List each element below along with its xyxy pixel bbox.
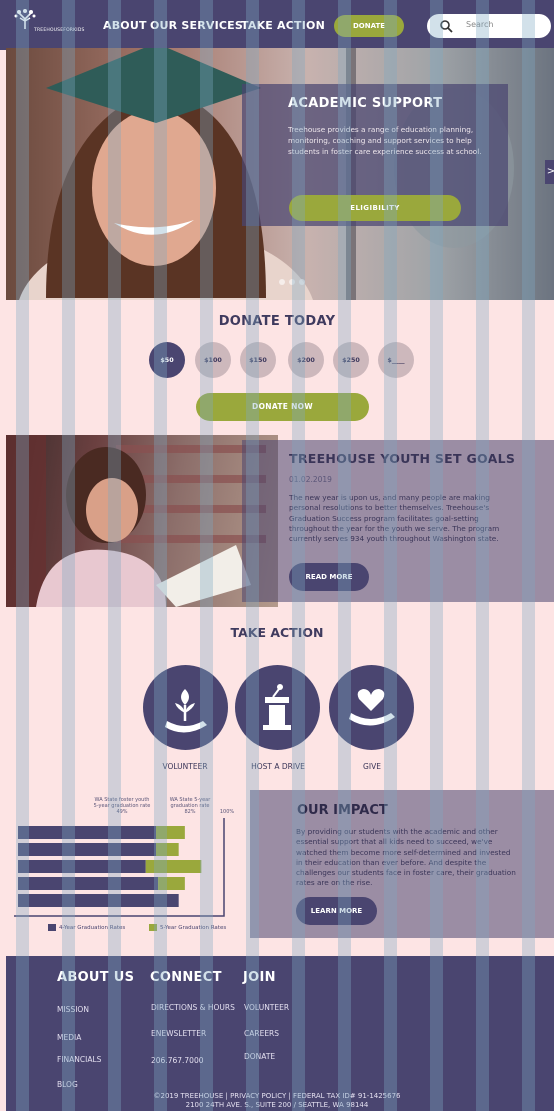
bar-5yr-0 — [156, 826, 185, 839]
bar-4yr-2 — [18, 860, 146, 873]
goals-date: 01.02.2019 — [289, 475, 332, 484]
footer-link-volunteer[interactable]: VOLUNTEER — [244, 1003, 289, 1012]
legend-swatch-4yr — [48, 924, 56, 931]
take-action-title: TAKE ACTION — [230, 625, 324, 640]
host-a-drive-label[interactable]: HOST A DRIVE — [228, 762, 328, 771]
amount-custom[interactable]: $____ — [378, 342, 414, 378]
podium-icon — [263, 684, 291, 730]
bar-5yr-2 — [145, 860, 202, 873]
legend-swatch-5yr — [148, 924, 157, 931]
footer-link-financials[interactable]: FINANCIALS — [57, 1055, 101, 1064]
footer-link-phone[interactable]: 206.767.7000 — [151, 1056, 204, 1065]
search-icon — [440, 20, 453, 33]
search-field[interactable]: Search — [427, 14, 551, 38]
chart-annotation-state: WA State 5-year graduation rate 82% — [160, 797, 220, 815]
copyright-line: ©2019 TREEHOUSE | PRIVACY POLICY | FEDER… — [153, 1092, 401, 1100]
amount-50[interactable]: $50 — [149, 342, 185, 378]
carousel-next-arrow[interactable]: > — [545, 160, 554, 184]
tree-icon — [14, 9, 36, 29]
give-circle[interactable] — [329, 665, 414, 750]
give-label[interactable]: GIVE — [322, 762, 422, 771]
nav-take-action[interactable]: TAKE ACTION — [241, 19, 325, 32]
nav-about[interactable]: ABOUT — [103, 19, 147, 32]
legend-4yr: 4-Year Graduation Rates — [59, 925, 126, 931]
volunteer-label[interactable]: VOLUNTEER — [135, 762, 235, 771]
read-more-button[interactable]: READ MORE — [289, 563, 369, 591]
chart-legend: 4-Year Graduation Rates 5-Year Graduatio… — [48, 924, 226, 931]
heart-hand-icon — [349, 689, 395, 726]
graduation-rate-chart — [14, 818, 225, 917]
footer-about-title: ABOUT US — [57, 970, 135, 985]
amount-200[interactable]: $200 — [288, 342, 324, 378]
annotation-value: 100% — [219, 809, 235, 815]
library-photo — [6, 435, 278, 607]
carousel-dot[interactable] — [279, 279, 285, 285]
treehouse-logo[interactable]: TREEHOUSEFORKIDS — [12, 8, 92, 42]
address-line: 2100 24TH AVE. S., SUITE 200 / SEATTLE, … — [185, 1101, 369, 1109]
impact-text: By providing our students with the acade… — [296, 827, 516, 888]
logo-text: TREEHOUSEFORKIDS — [34, 28, 85, 33]
search-input[interactable]: Search — [466, 20, 493, 29]
bar-4yr-0 — [18, 826, 157, 839]
carousel-dot[interactable] — [289, 279, 295, 285]
footer-link-mission[interactable]: MISSION — [57, 1005, 89, 1014]
footer-link-careers[interactable]: CAREERS — [244, 1029, 279, 1038]
amount-250[interactable]: $250 — [333, 342, 369, 378]
hero-title: ACADEMIC SUPPORT — [288, 96, 443, 111]
bar-4yr-4 — [18, 894, 179, 907]
goals-title: TREEHOUSE YOUTH SET GOALS — [289, 451, 516, 466]
donate-now-button[interactable]: DONATE NOW — [196, 393, 369, 421]
nav-our-services[interactable]: OUR SERVICES — [150, 19, 243, 32]
footer-link-donate[interactable]: DONATE — [244, 1052, 275, 1061]
learn-more-button[interactable]: LEARN MORE — [296, 897, 377, 925]
footer-link-enewsletter[interactable]: ENEWSLETTER — [151, 1029, 206, 1038]
annotation-value: 49% — [116, 809, 128, 815]
footer-link-media[interactable]: MEDIA — [57, 1033, 81, 1042]
header-donate-button[interactable]: DONATE — [334, 15, 404, 37]
footer-connect-title: CONNECT — [150, 970, 222, 985]
hero-text: Treehouse provides a range of education … — [288, 125, 482, 156]
host-a-drive-circle[interactable] — [235, 665, 320, 750]
annotation-label: WA State 5-year graduation rate — [169, 797, 211, 809]
library-scene — [6, 435, 266, 607]
annotation-value: 82% — [184, 809, 196, 815]
legend-5yr: 5-Year Graduation Rates — [159, 925, 227, 931]
footer-join-title: JOIN — [243, 970, 276, 985]
impact-title: OUR IMPACT — [297, 803, 388, 818]
plant-hand-icon — [165, 689, 207, 733]
chart-annotation-foster: WA State foster youth 5-year graduation … — [92, 797, 152, 815]
footer-link-blog[interactable]: BLOG — [57, 1080, 78, 1089]
bar-4yr-3 — [18, 877, 159, 890]
amount-100[interactable]: $100 — [195, 342, 231, 378]
carousel-dot[interactable] — [299, 279, 305, 285]
footer-link-directions[interactable]: DIRECTIONS & HOURS — [151, 1003, 235, 1012]
chart-annotation-100: 100% — [212, 809, 242, 815]
volunteer-circle[interactable] — [143, 665, 228, 750]
donate-title: DONATE TODAY — [218, 314, 336, 329]
amount-150[interactable]: $150 — [240, 342, 276, 378]
eligibility-button[interactable]: ELIGIBILITY — [289, 195, 461, 221]
bar-5yr-3 — [158, 877, 185, 890]
annotation-label: WA State foster youth 5-year graduation … — [93, 797, 151, 809]
footer-copyright: ©2019 TREEHOUSE | PRIVACY POLICY | FEDER… — [0, 1092, 554, 1110]
bar-5yr-1 — [156, 843, 179, 856]
goals-text: The new year is upon us, and many people… — [289, 493, 500, 544]
bar-4yr-1 — [18, 843, 157, 856]
